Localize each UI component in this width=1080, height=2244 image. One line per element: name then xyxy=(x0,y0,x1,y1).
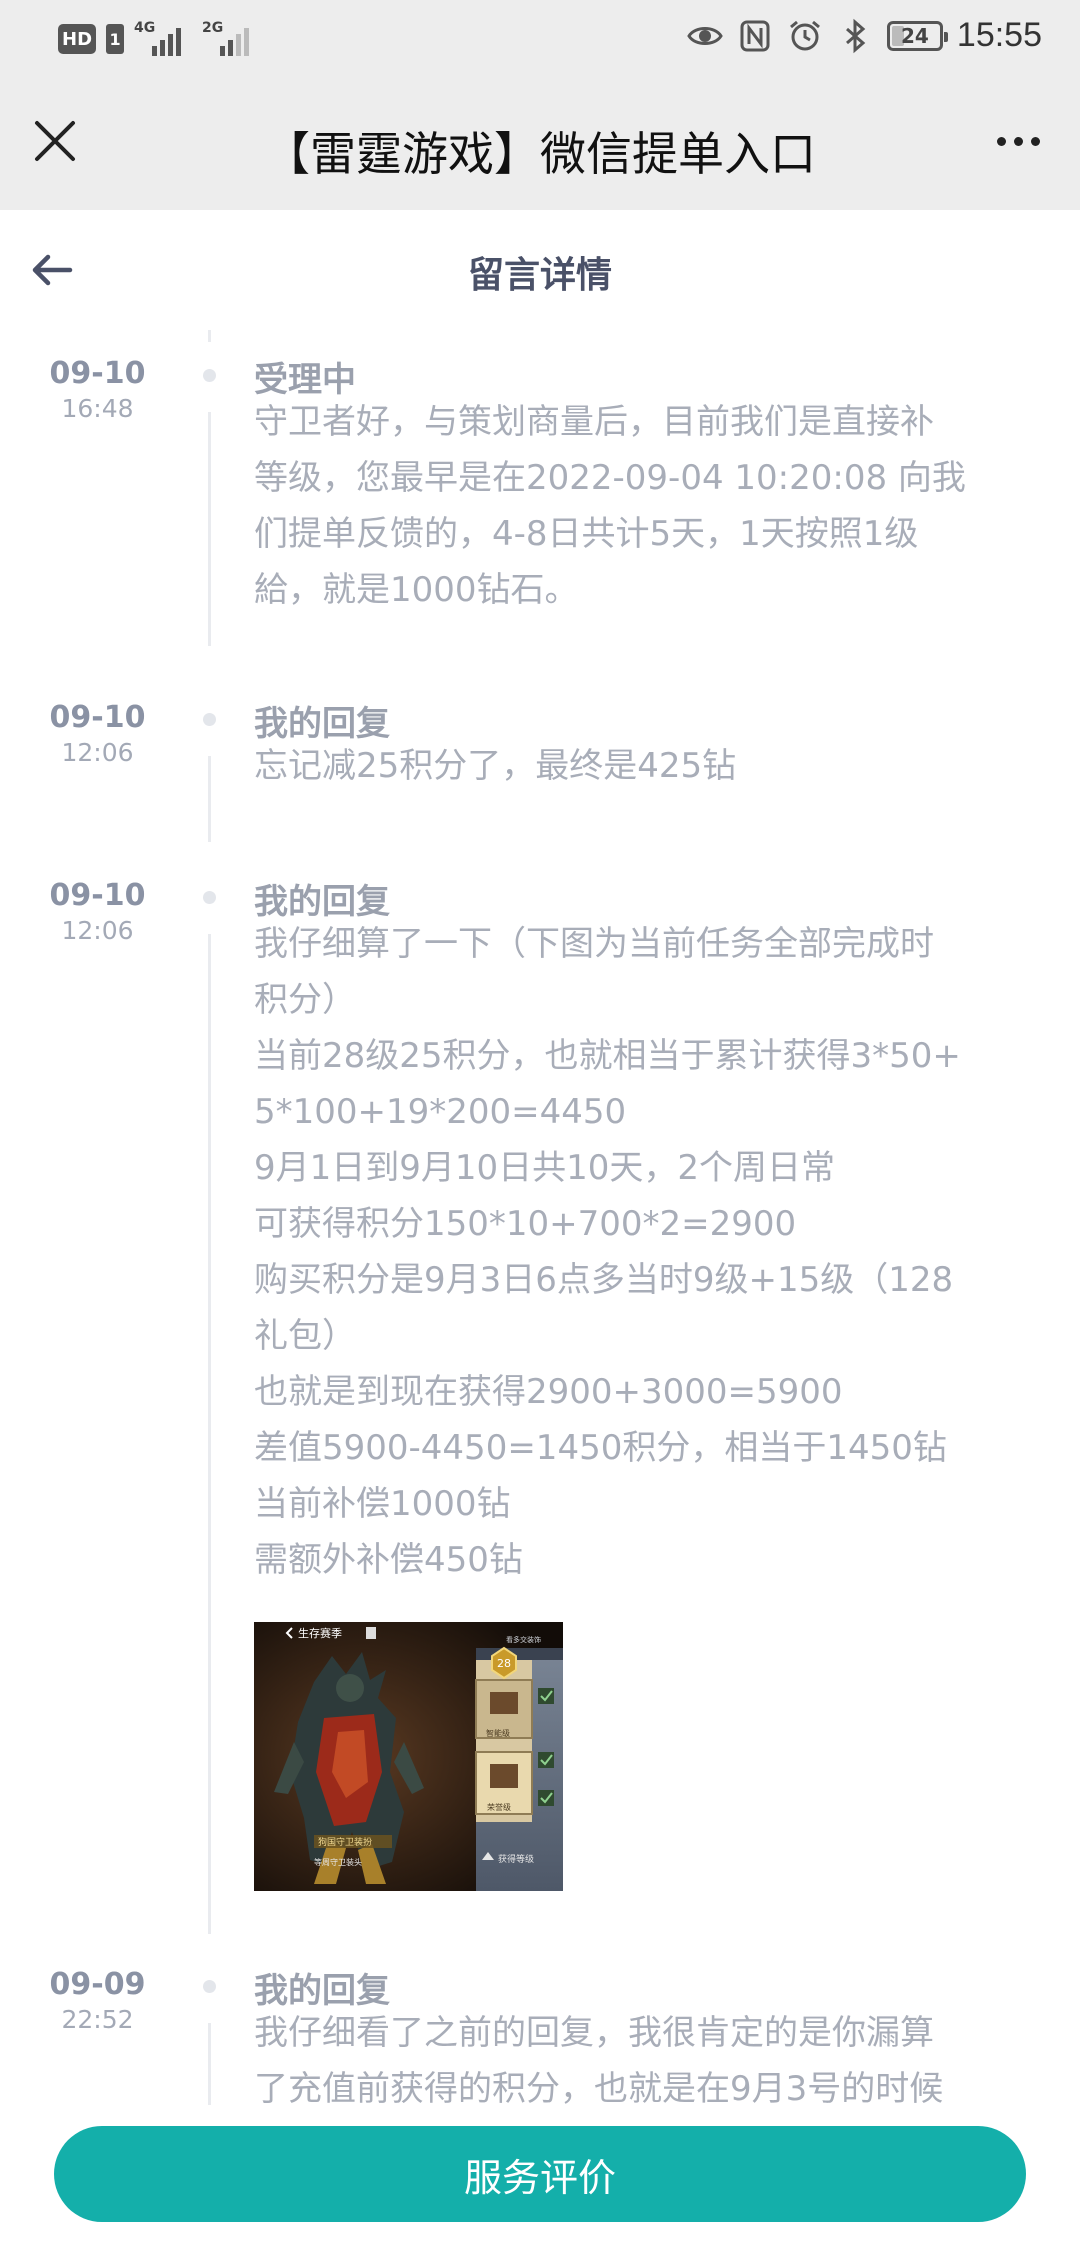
entry-time: 16:48 xyxy=(61,394,134,423)
attached-screenshot[interactable]: 28 生存赛季 看多交装饰 智能级 荣誉级 狗国守卫装扮 等周守卫装头 获得等级 xyxy=(254,1622,563,1891)
message-line: 忘记减25积分了，最终是425钻 xyxy=(254,746,737,786)
alarm-icon xyxy=(789,20,820,50)
bluetooth-icon xyxy=(845,18,866,53)
message-line: 们提单反馈的，4-8日共计5天，1天按照1级 xyxy=(254,514,919,554)
attachment-top-right-text: 看多交装饰 xyxy=(506,1635,541,1644)
timeline-entry: 09-09 22:52 我的回复 我仔细看了之前的回复，我很肯定的是你漏算 了充… xyxy=(0,1967,1080,2105)
message-line: 也就是到现在获得2900+3000=5900 xyxy=(254,1372,843,1412)
attachment-level-badge: 28 xyxy=(497,1657,511,1670)
timeline-dot xyxy=(203,1980,216,1993)
entry-message: 忘记减25积分了，最终是425钻 xyxy=(254,738,1024,794)
timeline-entry: 09-10 16:48 受理中 守卫者好，与策划商量后，目前我们是直接补 等级，… xyxy=(0,356,1080,736)
message-line: 差值5900-4450=1450积分，相当于1450钻 xyxy=(254,1428,947,1468)
timeline-dot xyxy=(203,713,216,726)
message-line: 守卫者好，与策划商量后，目前我们是直接补 xyxy=(254,402,934,442)
status-bar: HD 1 4G 2G 24 15:55 xyxy=(0,0,1080,80)
eye-comfort-icon xyxy=(687,26,723,45)
attachment-header-text: 生存赛季 xyxy=(298,1626,342,1640)
title-bar: 【雷霆游戏】微信提单入口 xyxy=(0,80,1080,210)
more-icon[interactable] xyxy=(986,116,1050,166)
timeline-line xyxy=(208,2023,211,2105)
attachment-card1-label: 智能级 xyxy=(486,1728,510,1738)
service-rating-button[interactable]: 服务评价 xyxy=(54,2126,1026,2222)
timeline-dot xyxy=(203,891,216,904)
hd-badge: HD xyxy=(58,24,97,54)
signal-1-icon: 4G xyxy=(134,20,192,56)
attachment-caption-text: 等周守卫装头 xyxy=(314,1857,362,1867)
message-line: 給，就是1000钻石。 xyxy=(254,570,579,610)
nfc-icon xyxy=(740,20,770,51)
timeline-entry: 09-10 12:06 我的回复 忘记减25积分了，最终是425钻 xyxy=(0,700,1080,880)
entry-message: 我仔细算了一下（下图为当前任务全部完成时 积分） 当前28级25积分，也就相当于… xyxy=(254,916,1024,1588)
attachment-tag-text: 狗国守卫装扮 xyxy=(318,1836,372,1848)
entry-message: 我仔细看了之前的回复，我很肯定的是你漏算 了充值前获得的积分，也就是在9月3号的… xyxy=(254,2005,1024,2105)
entry-time: 12:06 xyxy=(61,738,134,767)
message-line: 等级，您最早是在2022-09-04 10:20:08 向我 xyxy=(254,458,966,498)
entry-date: 09-10 xyxy=(49,356,146,391)
entry-time: 12:06 xyxy=(61,916,134,945)
status-left: HD 1 4G 2G xyxy=(58,20,260,56)
timeline-dot xyxy=(203,369,216,382)
sim-badge: 1 xyxy=(106,24,125,54)
message-line: 我仔细看了之前的回复，我很肯定的是你漏算 xyxy=(254,2013,934,2053)
message-line: 可获得积分150*10+700*2=2900 xyxy=(254,1204,797,1244)
entry-date: 09-09 xyxy=(49,1967,146,2002)
message-line: 9月1日到9月10日共10天，2个周日常 xyxy=(254,1148,836,1188)
message-line: 积分） xyxy=(254,980,356,1020)
battery-icon: 24 xyxy=(886,20,948,51)
timeline-line xyxy=(208,412,211,646)
message-line: 购买积分是9月3日6点多当时9级+15级（128 xyxy=(254,1260,954,1300)
window-title: 【雷霆游戏】微信提单入口 xyxy=(264,127,816,181)
message-line: 当前补偿1000钻 xyxy=(254,1484,511,1524)
entry-date: 09-10 xyxy=(49,700,146,735)
message-line: 了充值前获得的积分，也就是在9月3号的时候 xyxy=(254,2069,944,2105)
message-line: 我仔细算了一下（下图为当前任务全部完成时 xyxy=(254,924,934,964)
timeline-line xyxy=(208,330,211,342)
timeline-line xyxy=(208,756,211,842)
message-line: 5*100+19*200=4450 xyxy=(254,1092,627,1132)
signal-2-icon: 2G xyxy=(202,20,260,56)
timeline-line xyxy=(208,934,211,1934)
message-line: 礼包） xyxy=(254,1316,356,1356)
battery-level: 24 xyxy=(900,23,929,48)
entry-time: 22:52 xyxy=(61,2005,134,2034)
entry-date: 09-10 xyxy=(49,878,146,913)
timeline-entry: 09-10 12:06 我的回复 我仔细算了一下（下图为当前任务全部完成时 积分… xyxy=(0,878,1080,1958)
attached-screenshot-image: 28 生存赛季 看多交装饰 智能级 荣誉级 狗国守卫装扮 等周守卫装头 获得等级 xyxy=(254,1622,563,1891)
entry-message: 守卫者好，与策划商量后，目前我们是直接补 等级，您最早是在2022-09-04 … xyxy=(254,394,1024,618)
bottom-action-bar: 服务评价 xyxy=(0,2105,1080,2244)
message-line: 需额外补偿450钻 xyxy=(254,1540,523,1580)
message-timeline[interactable]: 09-10 16:48 受理中 守卫者好，与策划商量后，目前我们是直接补 等级，… xyxy=(0,330,1080,2105)
attachment-card2-label: 荣誉级 xyxy=(487,1802,511,1812)
page-header: 留言详情 xyxy=(0,210,1080,330)
status-right: 24 15:55 xyxy=(687,16,1042,55)
attachment-bottom-right-text: 获得等级 xyxy=(498,1853,534,1865)
page-title: 留言详情 xyxy=(467,255,612,296)
status-time: 15:55 xyxy=(956,16,1042,54)
message-line: 当前28级25积分，也就相当于累计获得3*50+ xyxy=(254,1036,961,1076)
